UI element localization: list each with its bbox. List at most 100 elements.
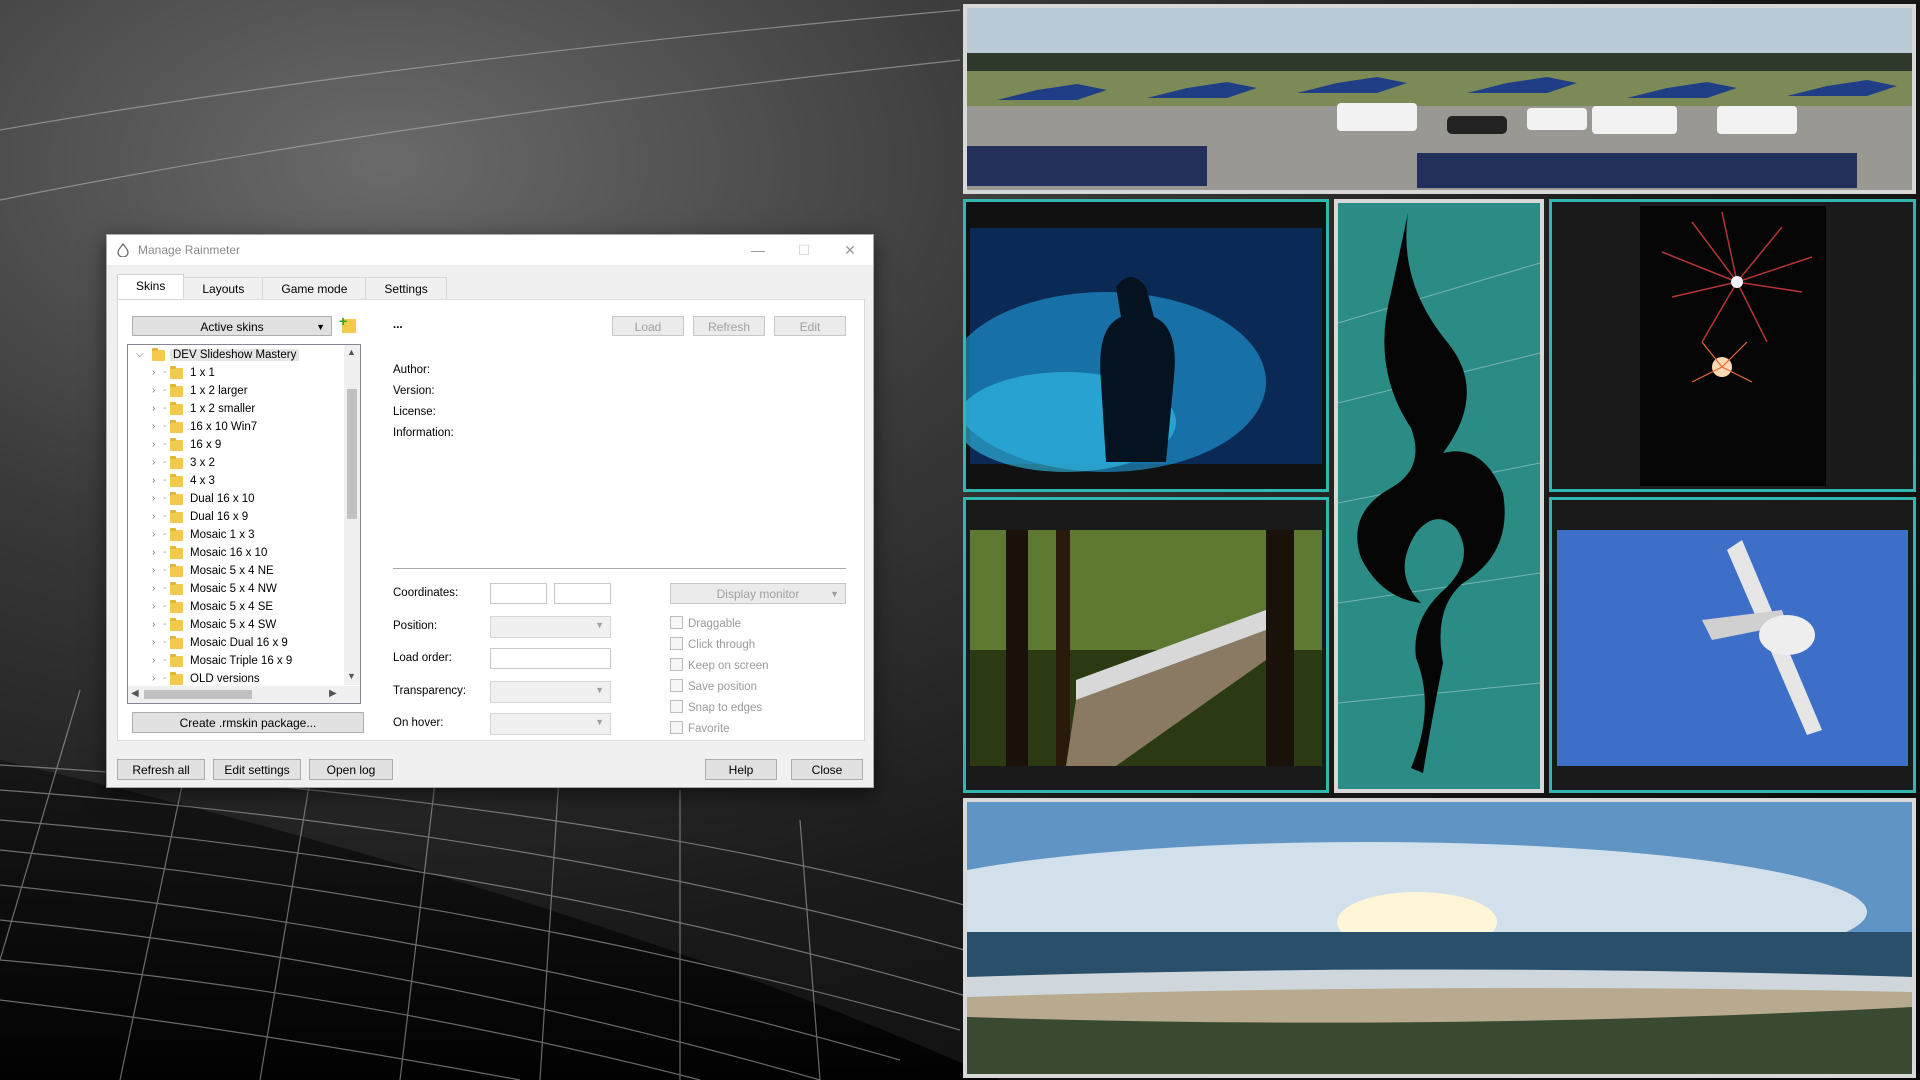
tree-item[interactable]: › - 1 x 2 smaller xyxy=(128,401,343,419)
scroll-thumb-horizontal[interactable] xyxy=(144,690,252,699)
keep-on-screen-checkbox[interactable]: Keep on screen xyxy=(670,658,769,672)
expand-icon[interactable]: › xyxy=(152,619,155,630)
expand-icon[interactable]: › xyxy=(152,493,155,504)
tree-item[interactable]: › - Mosaic 5 x 4 SW xyxy=(128,617,343,635)
tab-layouts[interactable]: Layouts xyxy=(183,277,264,300)
tree-item-label: 1 x 2 smaller xyxy=(190,403,256,415)
refresh-button[interactable]: Refresh xyxy=(693,316,765,336)
click-through-checkbox[interactable]: Click through xyxy=(670,637,755,651)
tree-connector: - xyxy=(163,547,167,558)
title-bar[interactable]: Manage Rainmeter — ☐ ✕ xyxy=(107,235,873,265)
tree-horizontal-scrollbar[interactable]: ◀ ▶ xyxy=(128,686,360,703)
scroll-down-icon[interactable]: ▼ xyxy=(347,671,356,681)
tree-item[interactable]: › - Mosaic 1 x 3 xyxy=(128,527,343,545)
tree-item[interactable]: › - Mosaic 16 x 10 xyxy=(128,545,343,563)
expand-icon[interactable]: › xyxy=(152,457,155,468)
tree-connector: - xyxy=(163,529,167,540)
collapse-icon[interactable]: ⌵ xyxy=(136,349,144,360)
skins-tree[interactable]: ⌵ DEV Slideshow Mastery › -1 x 1 › -1 x 2 l… xyxy=(127,344,361,704)
checkbox-box[interactable] xyxy=(670,721,683,734)
tree-item[interactable]: › - Mosaic 5 x 4 NW xyxy=(128,581,343,599)
expand-icon[interactable]: › xyxy=(152,385,155,396)
tree-item[interactable]: › - 1 x 2 larger xyxy=(128,383,343,401)
position-select[interactable]: ▼ xyxy=(490,616,611,638)
display-monitor-dropdown[interactable]: Display monitor ▼ xyxy=(670,583,846,604)
folder-icon xyxy=(170,492,183,505)
tree-item[interactable]: › - 3 x 2 xyxy=(128,455,343,473)
expand-icon[interactable]: › xyxy=(152,475,155,486)
expand-icon[interactable]: › xyxy=(152,367,155,378)
expand-icon[interactable]: › xyxy=(152,565,155,576)
tree-connector: - xyxy=(163,457,167,468)
checkbox-box[interactable] xyxy=(670,679,683,692)
tab-settings[interactable]: Settings xyxy=(365,277,447,300)
expand-icon[interactable]: › xyxy=(152,529,155,540)
checkbox-label: Draggable xyxy=(688,618,742,630)
checkbox-box[interactable] xyxy=(670,700,683,713)
open-log-button[interactable]: Open log xyxy=(309,759,393,780)
chevron-down-icon: ▼ xyxy=(595,717,604,727)
chevron-down-icon: ▼ xyxy=(595,620,604,630)
tree-item[interactable]: › - 1 x 1 xyxy=(128,365,343,383)
add-folder-icon[interactable] xyxy=(339,313,356,333)
expand-icon[interactable]: › xyxy=(152,673,155,684)
folder-icon xyxy=(170,618,183,631)
tree-item[interactable]: › - Mosaic Dual 16 x 9 xyxy=(128,635,343,653)
coordinate-x-input[interactable] xyxy=(490,583,547,604)
load-button[interactable]: Load xyxy=(612,316,684,336)
scroll-left-icon[interactable]: ◀ xyxy=(131,688,139,699)
expand-icon[interactable]: › xyxy=(152,439,155,450)
help-button[interactable]: Help xyxy=(705,759,777,780)
draggable-checkbox[interactable]: Draggable xyxy=(670,616,741,630)
tile-beach xyxy=(963,798,1916,1078)
edit-button[interactable]: Edit xyxy=(774,316,846,336)
minimize-button[interactable]: — xyxy=(735,235,781,265)
expand-icon[interactable]: › xyxy=(152,421,155,432)
tree-connector: - xyxy=(163,439,167,450)
active-skins-dropdown[interactable]: Active skins ▼ xyxy=(132,316,332,336)
active-skins-label: Active skins xyxy=(200,320,264,334)
scroll-right-icon[interactable]: ▶ xyxy=(329,688,337,699)
tree-item[interactable]: › - 16 x 9 xyxy=(128,437,343,455)
tree-item-label: 1 x 2 larger xyxy=(190,385,248,397)
tree-root-item[interactable]: ⌵ DEV Slideshow Mastery xyxy=(128,347,343,365)
close-window-button[interactable]: ✕ xyxy=(827,235,873,265)
tree-item[interactable]: › - Mosaic Triple 16 x 9 xyxy=(128,653,343,671)
expand-icon[interactable]: › xyxy=(152,637,155,648)
maximize-button[interactable]: ☐ xyxy=(781,235,827,265)
tree-item-label: Mosaic 5 x 4 SW xyxy=(190,619,277,631)
expand-icon[interactable]: › xyxy=(152,601,155,612)
folder-icon xyxy=(170,546,183,559)
expand-icon[interactable]: › xyxy=(152,583,155,594)
tree-item[interactable]: › - Mosaic 5 x 4 SE xyxy=(128,599,343,617)
snap-to-edges-checkbox[interactable]: Snap to edges xyxy=(670,700,762,714)
expand-icon[interactable]: › xyxy=(152,655,155,666)
scroll-up-icon[interactable]: ▲ xyxy=(347,347,356,357)
checkbox-box[interactable] xyxy=(670,616,683,629)
favorite-checkbox[interactable]: Favorite xyxy=(670,721,730,735)
expand-icon[interactable]: › xyxy=(152,403,155,414)
expand-icon[interactable]: › xyxy=(152,547,155,558)
folder-icon xyxy=(170,528,183,541)
checkbox-box[interactable] xyxy=(670,658,683,671)
tab-skins[interactable]: Skins xyxy=(117,274,185,300)
tree-item[interactable]: › - Dual 16 x 10 xyxy=(128,491,343,509)
create-rmskin-package-button[interactable]: Create .rmskin package... xyxy=(132,712,364,733)
tree-item[interactable]: › - Dual 16 x 9 xyxy=(128,509,343,527)
on-hover-select[interactable]: ▼ xyxy=(490,713,611,735)
tree-item[interactable]: › - 16 x 10 Win7 xyxy=(128,419,343,437)
coordinate-y-input[interactable] xyxy=(554,583,611,604)
tree-item[interactable]: › - Mosaic 5 x 4 NE xyxy=(128,563,343,581)
tree-item[interactable]: › - 4 x 3 xyxy=(128,473,343,491)
checkbox-box[interactable] xyxy=(670,637,683,650)
close-button[interactable]: Close xyxy=(791,759,863,780)
scroll-thumb[interactable] xyxy=(347,389,357,519)
refresh-all-button[interactable]: Refresh all xyxy=(117,759,205,780)
tab-game-mode[interactable]: Game mode xyxy=(262,277,367,300)
transparency-select[interactable]: ▼ xyxy=(490,681,611,703)
save-position-checkbox[interactable]: Save position xyxy=(670,679,757,693)
expand-icon[interactable]: › xyxy=(152,511,155,522)
edit-settings-button[interactable]: Edit settings xyxy=(213,759,301,780)
tree-vertical-scrollbar[interactable]: ▲ ▼ xyxy=(344,345,360,685)
load-order-input[interactable] xyxy=(490,648,611,669)
